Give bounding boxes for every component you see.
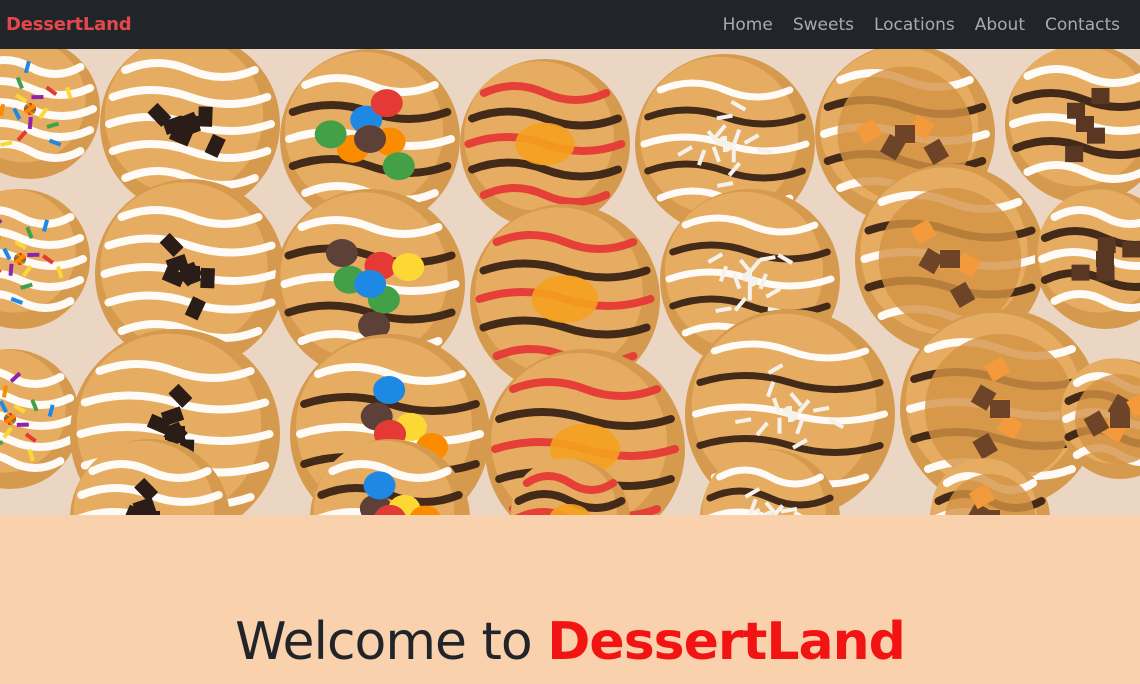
welcome-prefix: Welcome to — [235, 612, 533, 672]
nav-links: Home Sweets Locations About Contacts — [723, 15, 1120, 35]
navbar: DessertLand Home Sweets Locations About … — [0, 0, 1140, 49]
hero-carousel — [0, 49, 1140, 515]
nav-link-contacts[interactable]: Contacts — [1045, 15, 1120, 35]
carousel-image — [0, 49, 1140, 515]
brand-logo-link[interactable]: DessertLand — [6, 14, 132, 35]
welcome-brand-name: DessertLand — [547, 612, 906, 672]
nav-link-home[interactable]: Home — [723, 15, 773, 35]
welcome-heading: Welcome to DessertLand — [0, 612, 1140, 672]
nav-link-locations[interactable]: Locations — [874, 15, 955, 35]
nav-link-sweets[interactable]: Sweets — [793, 15, 854, 35]
nav-link-about[interactable]: About — [975, 15, 1025, 35]
